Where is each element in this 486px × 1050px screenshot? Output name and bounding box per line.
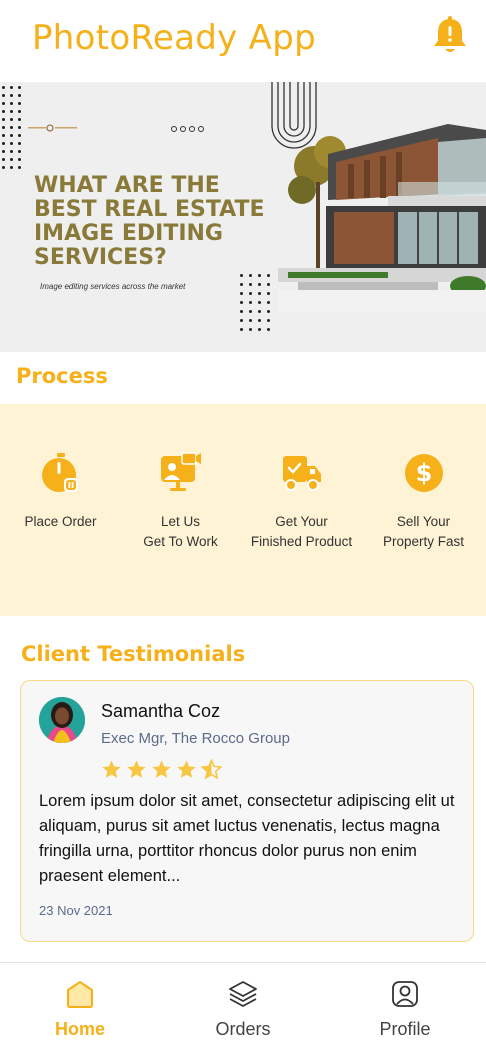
star-icon [127,760,146,778]
app-title: PhotoReady App [32,18,316,58]
process-step-sell-property[interactable]: $ Sell Your Property Fast [363,452,484,552]
half-star-icon [201,759,222,780]
testimonials-title: Client Testimonials [21,642,246,666]
banner-heading: WHAT ARE THE BEST REAL ESTATE IMAGE EDIT… [34,173,265,270]
video-call-icon [160,452,201,491]
step-label: Place Order [24,514,97,529]
review-date: 23 Nov 2021 [39,903,113,918]
nav-label: Profile [379,1019,431,1039]
reviewer-name: Samantha Coz [101,701,221,721]
process-title: Process [16,364,108,388]
nav-home[interactable]: Home [25,979,135,1040]
process-step-finished-product[interactable]: Get Your Finished Product [241,452,362,552]
promo-banner[interactable]: WHAT ARE THE BEST REAL ESTATE IMAGE EDIT… [0,82,486,352]
step-label: Let Us Get To Work [143,514,218,549]
avatar [39,697,85,743]
house-image [278,124,486,312]
svg-text:$: $ [415,459,432,487]
banner-subheading: Image editing services across the market [40,282,186,291]
process-step-get-to-work[interactable]: Let Us Get To Work [120,452,241,552]
step-label: Sell Your Property Fast [382,514,465,549]
banner-logo [28,124,78,134]
nav-label: Home [54,1019,105,1039]
decorative-dots [240,274,270,331]
star-icon [102,760,121,778]
bell-icon[interactable] [432,16,468,56]
decorative-dots [2,86,21,169]
review-text: Lorem ipsum dolor sit amet, consectetur … [39,792,455,885]
nav-orders[interactable]: Orders [188,979,298,1040]
process-step-place-order[interactable]: Place Order [0,452,121,532]
reviewer-role: Exec Mgr, The Rocco Group [101,730,290,747]
step-label: Get Your Finished Product [250,514,353,549]
bottom-nav: Home Orders Profile [0,962,486,1050]
star-icon [152,760,171,778]
nav-label: Orders [215,1019,271,1039]
nav-profile[interactable]: Profile [350,979,460,1040]
star-icon [177,760,196,778]
testimonial-card[interactable]: Samantha Coz Exec Mgr, The Rocco Group L… [20,680,474,942]
decorative-circles [171,126,204,132]
home-icon [67,981,93,1008]
process-section: Place Order Let Us Get To Work Get Your … [0,404,486,616]
star-rating [101,759,222,780]
profile-icon [392,981,418,1007]
app-header: PhotoReady App [0,0,486,82]
layers-icon [229,981,257,1007]
timer-icon [41,453,78,492]
dollar-icon: $ [404,454,443,492]
delivery-truck-icon [282,456,321,491]
